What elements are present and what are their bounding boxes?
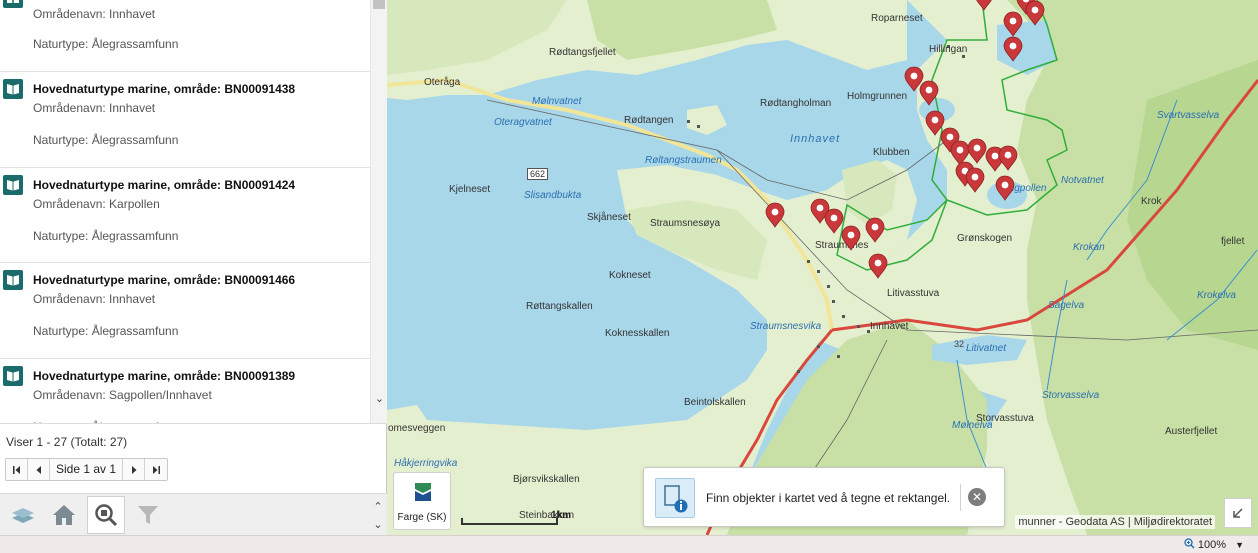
map-marker[interactable] — [841, 225, 861, 251]
marker-layer — [765, 0, 1045, 279]
last-page-icon — [153, 465, 161, 474]
prev-page-icon — [36, 465, 41, 474]
map-marker[interactable] — [967, 138, 987, 164]
zoom-icon — [1184, 538, 1195, 549]
first-page-button[interactable] — [6, 459, 28, 480]
next-page-icon — [131, 465, 137, 474]
map-marker[interactable] — [824, 208, 844, 234]
pager-area: Viser 1 - 27 (Totalt: 27) Side 1 av 1 — [0, 423, 387, 493]
map-book-icon — [3, 174, 23, 195]
map-view[interactable]: Oteråga Rødtangsfjellet Mølnvatnet Otera… — [387, 0, 1258, 535]
chevron-up-icon[interactable]: ⌃ — [371, 500, 385, 513]
result-area-name: Områdenavn: Innhavet — [33, 292, 156, 306]
scale-bar — [461, 518, 558, 525]
results-scrollbar[interactable]: ⌄ — [370, 0, 387, 423]
next-page-button[interactable] — [123, 459, 146, 480]
status-bar: 100% ▼ — [0, 535, 1258, 553]
map-marker[interactable] — [919, 80, 939, 106]
map-book-icon — [3, 365, 23, 386]
result-title[interactable]: Hovednaturtype marine, område: BN0009143… — [33, 82, 295, 96]
expand-arrow-icon — [1233, 508, 1243, 518]
result-nature-type: Naturtype: Ålegrassamfunn — [33, 133, 179, 147]
chevron-down-icon[interactable]: ⌄ — [371, 518, 385, 531]
hint-popup: Finn objekter i kartet ved å tegne et re… — [643, 467, 1005, 527]
scale-label: 1km — [551, 510, 572, 521]
divider — [960, 484, 961, 511]
last-page-button[interactable] — [145, 459, 167, 480]
map-marker[interactable] — [1003, 11, 1023, 37]
page-label: Side 1 av 1 — [50, 459, 124, 480]
basemap-toggle-button[interactable]: Farge (SK) — [393, 472, 451, 530]
map-book-icon — [3, 0, 23, 8]
basemap-label: Farge (SK) — [397, 512, 447, 523]
home-button[interactable] — [45, 496, 83, 534]
result-nature-type: Naturtype: Ålegrassamfunn — [33, 228, 179, 243]
first-page-icon — [12, 465, 20, 474]
scroll-thumb[interactable] — [373, 0, 385, 9]
map-marker[interactable] — [998, 145, 1018, 171]
result-title[interactable]: Hovednaturtype marine, område: BN0009142… — [33, 178, 295, 192]
map-book-icon — [3, 270, 23, 290]
result-title[interactable]: Hovednaturtype marine, område: BN0009138… — [33, 369, 295, 383]
filter-icon — [138, 506, 158, 524]
result-title[interactable]: Hovednaturtype marine, område: BN0009146… — [33, 273, 295, 287]
map-marker[interactable] — [765, 202, 785, 228]
home-icon — [53, 505, 75, 525]
result-nature-type: Naturtype: Ålegrassamfunn — [33, 324, 179, 338]
result-nature-type: Naturtype: Ålegrassamfunn — [33, 37, 179, 51]
list-item[interactable]: Områdenavn: Innhavet Naturtype: Ålegrass… — [0, 0, 370, 72]
draw-rectangle-info-icon — [655, 478, 695, 518]
result-area-name: Områdenavn: Karpollen — [33, 196, 160, 211]
layers-icon — [12, 508, 34, 523]
map-attribution: munner - Geodata AS | Miljødirektoratet — [1015, 515, 1215, 529]
scroll-down-icon[interactable]: ⌄ — [373, 392, 386, 406]
search-map-button[interactable] — [87, 496, 125, 534]
map-marker[interactable] — [925, 110, 945, 136]
close-icon[interactable]: ✕ — [968, 488, 986, 506]
results-list[interactable]: Områdenavn: Innhavet Naturtype: Ålegrass… — [0, 0, 370, 423]
map-marker[interactable] — [950, 140, 970, 166]
expand-map-button[interactable] — [1224, 498, 1252, 528]
results-panel: Områdenavn: Innhavet Naturtype: Ålegrass… — [0, 0, 387, 535]
result-area-name: Områdenavn: Innhavet — [33, 101, 156, 115]
map-marker[interactable] — [868, 253, 888, 279]
list-item[interactable]: Hovednaturtype marine, område: BN0009146… — [0, 263, 370, 359]
map-marker[interactable] — [995, 175, 1015, 201]
zoom-indicator[interactable]: 100% ▼ — [1184, 538, 1244, 551]
prev-page-button[interactable] — [28, 459, 50, 480]
filter-button[interactable] — [129, 496, 167, 534]
result-area-name: Områdenavn: Sagpollen/Innhavet — [33, 387, 212, 402]
map-marker[interactable] — [865, 217, 885, 243]
chevron-down-icon[interactable]: ▼ — [1235, 540, 1244, 550]
result-count: Viser 1 - 27 (Totalt: 27) — [6, 435, 128, 449]
list-item[interactable]: Hovednaturtype marine, område: BN0009143… — [0, 72, 370, 168]
map-marker[interactable] — [1003, 36, 1023, 62]
search-map-icon — [95, 504, 118, 527]
list-item[interactable]: Hovednaturtype marine, område: BN0009142… — [0, 168, 370, 263]
bottom-toolbar: ⌃ ⌄ — [0, 493, 387, 535]
zoom-level: 100% — [1197, 539, 1227, 551]
map-marker[interactable] — [965, 167, 985, 193]
result-area-name: Områdenavn: Innhavet — [33, 7, 156, 21]
basemap-logo-icon — [415, 483, 431, 501]
layers-button[interactable] — [4, 496, 42, 534]
map-book-icon — [3, 79, 23, 99]
pager: Side 1 av 1 — [5, 458, 169, 481]
app-window: Områdenavn: Innhavet Naturtype: Ålegrass… — [0, 0, 1258, 553]
map-marker[interactable] — [974, 0, 994, 11]
map-marker[interactable] — [1025, 0, 1045, 26]
hint-text: Finn objekter i kartet ved å tegne et re… — [706, 491, 951, 505]
list-item[interactable]: Hovednaturtype marine, område: BN0009138… — [0, 359, 370, 423]
